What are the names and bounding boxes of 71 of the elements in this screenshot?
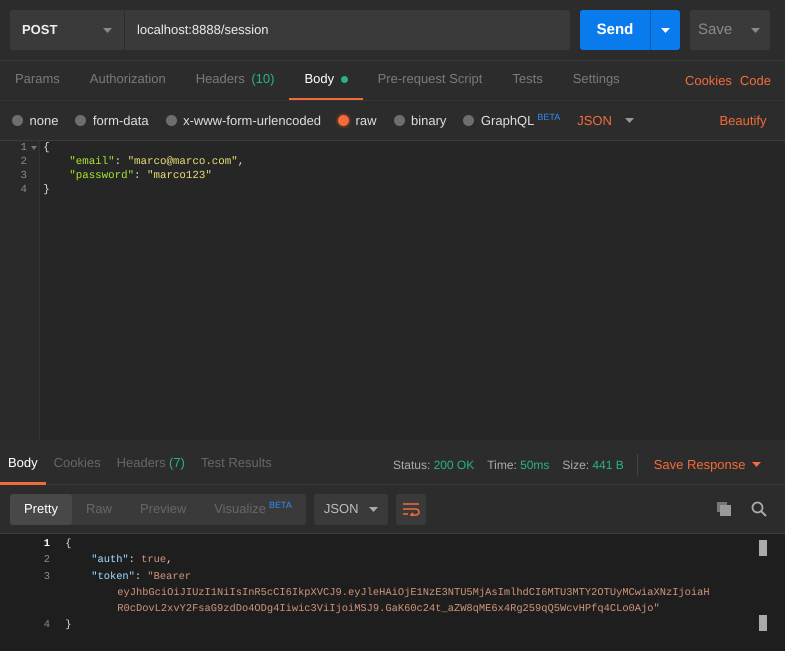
save-response-button[interactable]: Save Response [648,454,767,476]
caret-icon [661,28,670,32]
request-tab[interactable]: Tests [497,60,558,100]
radio-button[interactable] [394,115,404,126]
request-tab[interactable]: Settings [558,60,635,100]
code-line: { [43,141,51,155]
line-number: 1 [0,141,39,155]
url-field[interactable]: localhost:8888/session [125,10,570,50]
code-line: { [65,537,72,552]
radio-button[interactable] [338,115,350,126]
line-number: 3 [20,169,28,183]
request-tab[interactable]: Params [0,60,75,100]
radio-button[interactable] [75,115,86,126]
caret-icon [752,462,761,467]
radio-button[interactable] [463,115,474,126]
code-line: } [65,618,72,634]
body-type-option[interactable]: raw [338,110,376,130]
line-number: 1 [42,537,51,552]
request-tab[interactable]: Authorization [74,60,181,100]
code-line: } [43,183,51,197]
body-type-option[interactable]: form-data [75,110,149,130]
copy-icon [717,502,731,516]
code-line: eyJhbGciOiJIUzI1NiIsInR5cCI6IkpXVCJ9.eyJleHAiOjE1NzE3NTU5MjAsImlhdCI6MTU3MTY2OTUyMCwiaXNzIjoiaH [116,586,711,601]
caret-icon [751,28,760,32]
method-dropdown[interactable]: POST [10,10,125,50]
caret-icon [103,28,112,32]
response-format-dropdown[interactable]: JSON [314,494,388,524]
response-tab[interactable]: Test Results [192,444,280,484]
stat-label: Size: [562,456,590,474]
scroll-thumb[interactable] [759,540,767,556]
wrap-lines-icon [402,502,420,516]
stat-value: 441 B [592,456,624,474]
code-line: R0cDovL2xvY2FsaG9zdDo4ODg4Iiwic3ViIjoiMSJ9.GaK60c24t_aZW8qME6x4Rg259qQ5WcvHPfq4CLo0Ajo" [116,602,661,618]
stat-label: Status: [392,456,430,474]
body-type-option[interactable]: x-www-form-urlencoded [166,110,322,130]
response-tab[interactable]: Cookies [46,444,109,484]
response-tab[interactable]: Body [0,444,46,484]
code-line: "password": "marco123" [68,169,213,183]
stat-value: 50ms [520,456,550,474]
wrap-lines-button[interactable] [396,494,426,524]
stat-label: Time: [487,456,517,474]
line-number: 4 [42,618,51,634]
line-number: 2 [20,155,28,169]
radio-button[interactable] [12,115,23,126]
line-number: 3 [42,570,51,585]
line-number: 4 [20,183,28,197]
code-line: "auth": true, [90,553,174,568]
line-number: 2 [42,553,51,568]
response-tab[interactable]: Headers (7) [108,444,193,484]
stat-value: 200 OK [434,456,474,474]
caret-icon [624,118,634,123]
scroll-thumb[interactable] [759,615,767,631]
search-icon [751,501,767,517]
header-link[interactable]: Code [740,70,771,90]
header-link[interactable]: Cookies [684,70,732,90]
radio-button[interactable] [166,115,177,126]
code-line: "email": "marco@marco.com", [68,155,246,169]
save-button[interactable]: Save [690,10,770,50]
send-button[interactable]: Send [580,10,650,50]
request-tab[interactable]: Headers (10) [180,60,290,100]
fold-icon [31,146,37,150]
caret-icon [368,506,378,512]
beautify-link[interactable]: Beautify [720,110,766,130]
format-dropdown[interactable]: JSON [577,110,634,130]
body-type-option[interactable]: none [12,110,58,130]
body-type-option[interactable]: GraphQL BETA [463,110,560,130]
view-mode-tab[interactable]: Pretty [10,494,72,524]
request-tab[interactable]: Pre-request Script [362,60,498,100]
request-tab[interactable]: Body [289,60,363,100]
code-line: "token": "Bearer [90,570,192,585]
body-type-option[interactable]: binary [394,110,446,130]
